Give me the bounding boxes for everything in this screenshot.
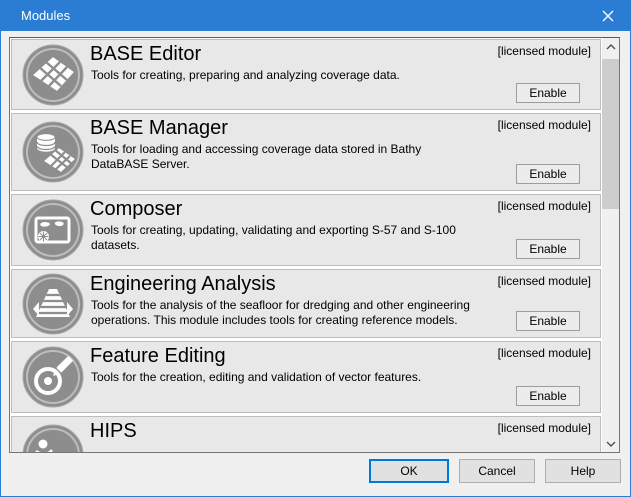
module-title: BASE Manager <box>90 116 228 140</box>
module-rows: BASE Editor Tools for creating, preparin… <box>10 38 602 452</box>
module-row-base-manager: BASE Manager Tools for loading and acces… <box>11 113 601 191</box>
enable-button[interactable]: Enable <box>516 386 580 406</box>
scroll-up-button[interactable] <box>602 38 619 55</box>
database-grid-icon <box>22 121 84 183</box>
module-description: Tools for the analysis of the seafloor f… <box>91 298 586 328</box>
title-bar[interactable]: Modules <box>1 1 630 31</box>
target-pencil-icon <box>22 346 84 408</box>
module-title: HIPS <box>90 419 137 443</box>
close-icon <box>602 10 614 22</box>
module-row-feature-editing: Feature Editing Tools for the creation, … <box>11 341 601 413</box>
scrollbar-thumb[interactable] <box>602 59 619 209</box>
license-status: [licensed module] <box>498 44 591 58</box>
scrollbar[interactable] <box>602 38 619 452</box>
module-title: Feature Editing <box>90 344 226 368</box>
enable-button[interactable]: Enable <box>516 311 580 331</box>
chevron-down-icon <box>606 441 616 447</box>
module-description: Tools for loading and accessing coverage… <box>91 142 586 172</box>
chart-frame-icon <box>22 199 84 261</box>
surface-grid-icon <box>22 44 84 106</box>
module-title: BASE Editor <box>90 42 201 66</box>
channel-perspective-icon <box>22 273 84 335</box>
ok-button[interactable]: OK <box>369 459 449 483</box>
chevron-up-icon <box>606 44 616 50</box>
enable-button[interactable]: Enable <box>516 239 580 259</box>
dialog-title: Modules <box>21 8 70 23</box>
module-list: BASE Editor Tools for creating, preparin… <box>9 37 620 453</box>
license-status: [licensed module] <box>498 421 591 435</box>
module-row-engineering-analysis: Engineering Analysis Tools for the analy… <box>11 269 601 338</box>
close-button[interactable] <box>585 1 630 31</box>
modules-dialog: Modules BASE Editor Tools <box>0 0 631 497</box>
scroll-down-button[interactable] <box>602 435 619 452</box>
license-status: [licensed module] <box>498 274 591 288</box>
module-description: Tools for creating, updating, validating… <box>91 223 586 253</box>
cancel-button[interactable]: Cancel <box>459 459 535 483</box>
module-row-composer: Composer Tools for creating, updating, v… <box>11 194 601 266</box>
license-status: [licensed module] <box>498 346 591 360</box>
module-description: Tools for creating, preparing and analyz… <box>91 68 586 83</box>
sonar-icon <box>22 424 84 452</box>
module-row-hips: HIPS [licensed module] <box>11 416 601 452</box>
enable-button[interactable]: Enable <box>516 83 580 103</box>
help-button[interactable]: Help <box>545 459 621 483</box>
module-title: Engineering Analysis <box>90 272 276 296</box>
license-status: [licensed module] <box>498 118 591 132</box>
license-status: [licensed module] <box>498 199 591 213</box>
module-description: Tools for the creation, editing and vali… <box>91 370 586 385</box>
enable-button[interactable]: Enable <box>516 164 580 184</box>
module-row-base-editor: BASE Editor Tools for creating, preparin… <box>11 39 601 110</box>
module-title: Composer <box>90 197 182 221</box>
